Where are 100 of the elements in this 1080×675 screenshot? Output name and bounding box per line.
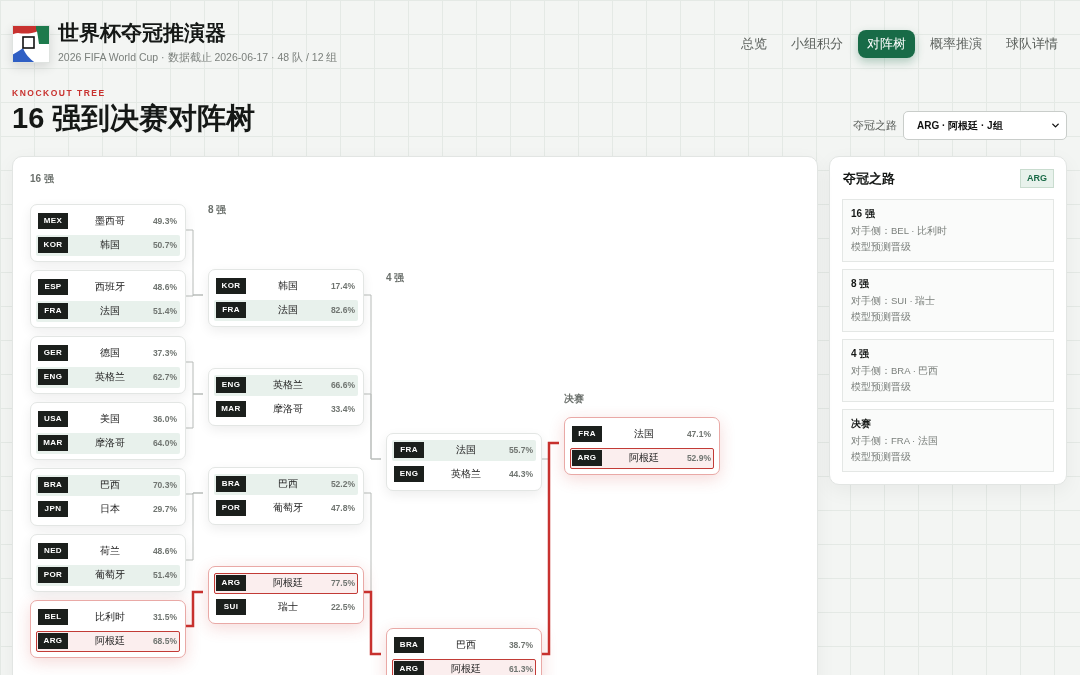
team-name: 法国 xyxy=(278,304,299,316)
win-probability: 36.0% xyxy=(152,414,178,424)
team-name: 阿根廷 xyxy=(273,577,304,589)
win-probability: 50.7% xyxy=(152,240,178,250)
step-round: 4 强 xyxy=(851,347,870,361)
team-name: 阿根廷 xyxy=(629,452,660,464)
team-code-tag: FRA xyxy=(216,302,246,318)
win-probability: 70.3% xyxy=(152,480,178,490)
win-probability: 62.7% xyxy=(152,372,178,382)
step-round: 16 强 xyxy=(851,207,875,221)
win-probability: 55.7% xyxy=(508,445,534,455)
team-code-tag: ENG xyxy=(38,369,68,385)
connector-line xyxy=(185,393,204,429)
win-probability: 22.5% xyxy=(330,602,356,612)
nav-tab[interactable]: 小组积分 xyxy=(782,30,852,58)
team-name: 阿根廷 xyxy=(451,663,482,675)
round-label: 4 强 xyxy=(386,271,405,285)
opponent-text: 对手侧：FRA · 法国 xyxy=(851,434,938,448)
win-probability: 51.4% xyxy=(152,570,178,580)
win-probability: 31.5% xyxy=(152,612,178,622)
win-probability: 82.6% xyxy=(330,305,356,315)
team-name: 法国 xyxy=(100,305,121,317)
team-name: 巴西 xyxy=(100,479,121,491)
team-name: 英格兰 xyxy=(95,371,126,383)
connector-line xyxy=(186,590,203,628)
win-probability: 29.7% xyxy=(152,504,178,514)
team-name: 日本 xyxy=(100,503,121,515)
panel-title: 夺冠之路 xyxy=(843,169,895,188)
team-name: 瑞士 xyxy=(278,601,299,613)
team-name: 葡萄牙 xyxy=(273,502,304,514)
result-text: 模型预测晋级 xyxy=(851,310,911,324)
section-title: 16 强到决赛对阵树 xyxy=(12,102,256,134)
win-probability: 49.3% xyxy=(152,216,178,226)
picker-label: 夺冠之路 xyxy=(853,118,897,134)
nav-tab[interactable]: 对阵树 xyxy=(858,30,915,58)
team-code-tag: FRA xyxy=(394,442,424,458)
nav-tab[interactable]: 球队详情 xyxy=(997,30,1067,58)
nav-tab[interactable]: 总览 xyxy=(732,30,776,58)
team-code-tag: BRA xyxy=(38,477,68,493)
win-probability: 64.0% xyxy=(152,438,178,448)
chevron-down-icon xyxy=(1050,120,1061,131)
win-probability: 68.5% xyxy=(152,636,178,646)
team-name: 英格兰 xyxy=(273,379,304,391)
win-probability: 47.1% xyxy=(686,429,712,439)
team-code-tag: MAR xyxy=(216,401,246,417)
win-probability: 33.4% xyxy=(330,404,356,414)
team-code-tag: FRA xyxy=(38,303,68,319)
result-text: 模型预测晋级 xyxy=(851,240,911,254)
team-name: 巴西 xyxy=(278,478,299,490)
team-code-tag: ARG xyxy=(572,450,602,466)
win-probability: 38.7% xyxy=(508,640,534,650)
team-name: 法国 xyxy=(634,428,655,440)
step-round: 决赛 xyxy=(851,417,871,431)
step-round: 8 强 xyxy=(851,277,870,291)
win-probability: 44.3% xyxy=(508,469,534,479)
win-probability: 17.4% xyxy=(330,281,356,291)
win-probability: 77.5% xyxy=(330,578,356,588)
win-probability: 48.6% xyxy=(152,282,178,292)
team-code-tag: POR xyxy=(38,567,68,583)
team-code-tag: GER xyxy=(38,345,68,361)
team-name: 葡萄牙 xyxy=(95,569,126,581)
team-code-tag: SUI xyxy=(216,599,246,615)
app-subtitle: 2026 FIFA World Cup · 数据截止 2026-06-17 · 48 队 / 12 组 xyxy=(58,50,338,64)
team-name: 墨西哥 xyxy=(95,215,126,227)
team-code-tag: BRA xyxy=(394,637,424,653)
opponent-text: 对手侧：SUI · 瑞士 xyxy=(851,294,936,308)
team-code-tag: ENG xyxy=(394,466,424,482)
team-name: 法国 xyxy=(456,444,477,456)
team-name: 摩洛哥 xyxy=(273,403,304,415)
win-probability: 37.3% xyxy=(152,348,178,358)
team-code-tag: ESP xyxy=(38,279,68,295)
team-name: 荷兰 xyxy=(100,545,121,557)
team-code-tag: ARG xyxy=(38,633,68,649)
win-probability: 52.2% xyxy=(330,479,356,489)
opponent-text: 对手侧：BRA · 巴西 xyxy=(851,364,939,378)
round-label: 决赛 xyxy=(564,392,584,406)
team-select[interactable]: ARG · 阿根廷 · J组 xyxy=(903,111,1067,140)
team-code-tag: BRA xyxy=(216,476,246,492)
win-probability: 51.4% xyxy=(152,306,178,316)
win-probability: 52.9% xyxy=(686,453,712,463)
team-code-tag: KOR xyxy=(38,237,68,253)
win-probability: 47.8% xyxy=(330,503,356,513)
logo-icon xyxy=(12,25,50,63)
team-name: 西班牙 xyxy=(95,281,126,293)
team-code-tag: POR xyxy=(216,500,246,516)
team-code-tag: MEX xyxy=(38,213,68,229)
team-code-tag: ARG xyxy=(394,661,424,675)
team-name: 德国 xyxy=(100,347,121,359)
team-code-tag: MAR xyxy=(38,435,68,451)
round-label: 16 强 xyxy=(30,172,54,186)
win-probability: 48.6% xyxy=(152,546,178,556)
section-eyebrow: KNOCKOUT TREE xyxy=(12,88,107,98)
team-code-tag: ENG xyxy=(216,377,246,393)
team-name: 美国 xyxy=(100,413,121,425)
team-name: 巴西 xyxy=(456,639,477,651)
win-probability: 66.6% xyxy=(330,380,356,390)
nav-tab[interactable]: 概率推演 xyxy=(921,30,991,58)
team-code-tag: FRA xyxy=(572,426,602,442)
team-code-tag: BEL xyxy=(38,609,68,625)
team-name: 摩洛哥 xyxy=(95,437,126,449)
